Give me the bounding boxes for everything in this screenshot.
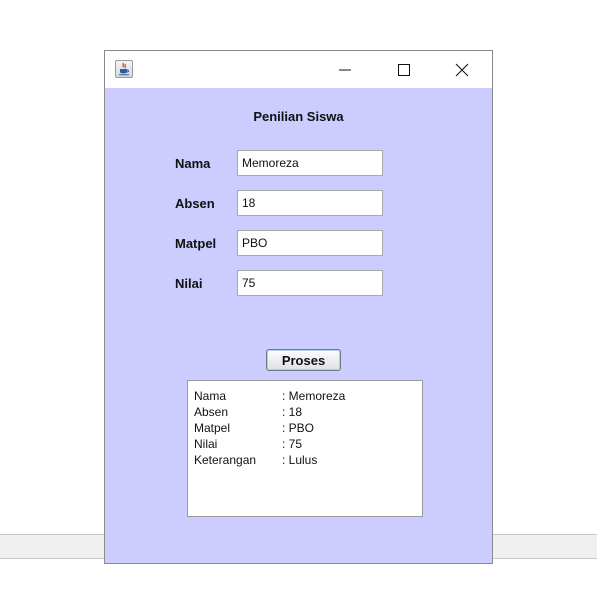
nama-label: Nama (175, 156, 211, 171)
absen-input[interactable] (237, 190, 383, 216)
matpel-input[interactable] (237, 230, 383, 256)
maximize-button[interactable] (381, 51, 427, 88)
minimize-button[interactable] (322, 51, 368, 88)
proses-button[interactable]: Proses (266, 349, 341, 371)
result-value: : Lulus (282, 453, 318, 467)
minimize-icon (339, 69, 351, 71)
result-row: Absen : 18 (194, 405, 416, 421)
close-button[interactable] (439, 51, 485, 88)
result-value: : 75 (282, 437, 303, 451)
nilai-label: Nilai (175, 276, 203, 291)
result-textarea[interactable]: Nama : Memoreza Absen : 18 Matpel : PBO Nil… (187, 380, 423, 517)
maximize-icon (398, 64, 410, 76)
nama-input[interactable] (237, 150, 383, 176)
result-key: Nama (194, 389, 227, 403)
result-row: Nama : Memoreza (194, 389, 416, 405)
java-cup-icon[interactable] (115, 60, 133, 78)
result-key: Matpel (194, 421, 231, 435)
result-value: : Memoreza (282, 389, 346, 403)
nilai-input[interactable] (237, 270, 383, 296)
result-value: : 18 (282, 405, 303, 419)
result-row: Matpel : PBO (194, 421, 416, 437)
result-key: Nilai (194, 437, 218, 451)
result-row: Nilai : 75 (194, 437, 416, 453)
close-icon (455, 63, 469, 77)
result-row: Keterangan : Lulus (194, 453, 416, 469)
result-value: : PBO (282, 421, 315, 435)
title-bar[interactable] (105, 51, 492, 88)
penilaian-window: Penilian Siswa Nama Absen Matpel Nilai P… (104, 50, 493, 564)
form-heading: Penilian Siswa (253, 109, 344, 124)
absen-label: Absen (175, 196, 215, 211)
result-key: Absen (194, 405, 229, 419)
result-key: Keterangan (194, 453, 257, 467)
matpel-label: Matpel (175, 236, 217, 251)
